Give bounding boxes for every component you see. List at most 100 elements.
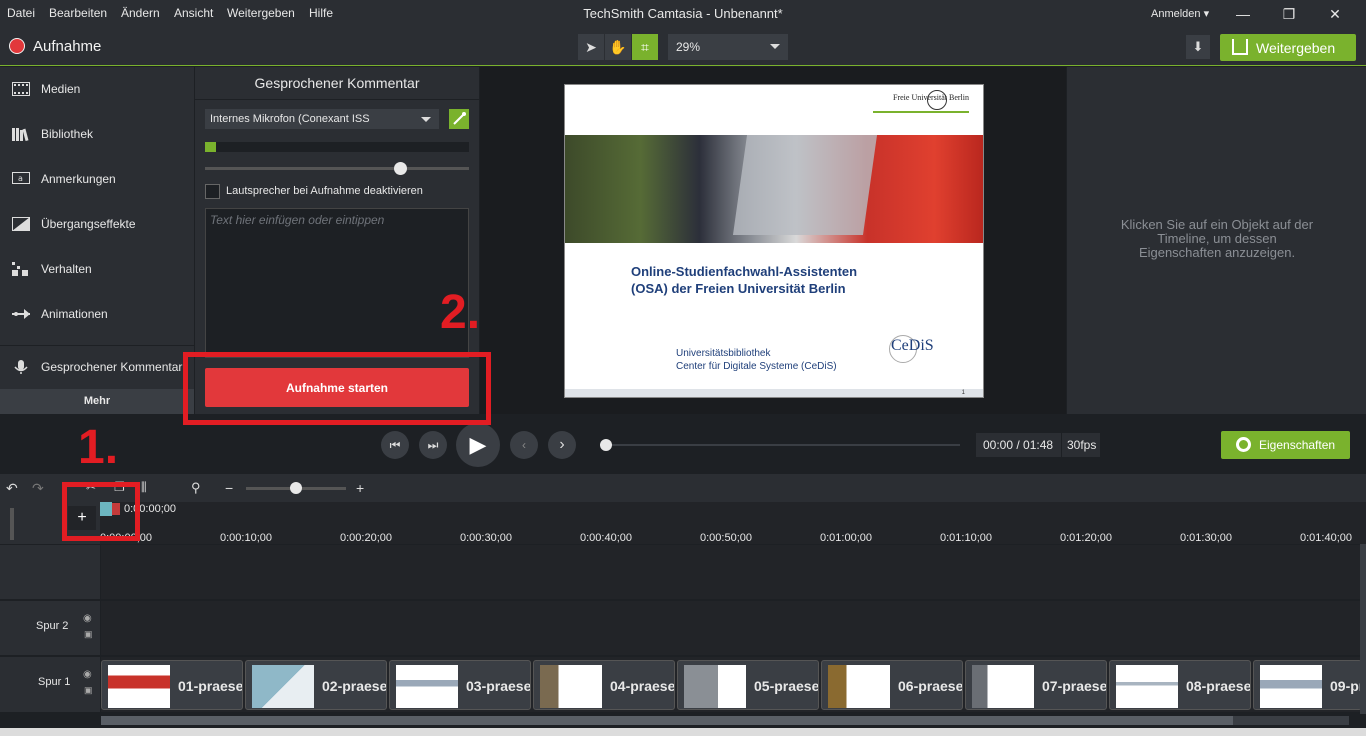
library-icon — [12, 128, 29, 141]
split-icon[interactable]: ⫼ — [141, 480, 147, 495]
svg-text:a: a — [18, 174, 23, 183]
eye-icon[interactable]: ◉ — [83, 613, 92, 624]
lock-icon[interactable]: ▣ — [84, 685, 93, 696]
horizontal-scrollbar[interactable] — [101, 716, 1349, 725]
sidebar-item-label: Animationen — [41, 307, 108, 321]
mute-speakers-checkbox[interactable] — [205, 184, 220, 199]
share-button[interactable]: Weitergeben — [1220, 34, 1356, 61]
record-label: Aufnahme — [33, 38, 102, 55]
download-button[interactable]: ⬇ — [1186, 35, 1210, 59]
clip-label: 01-praesen — [178, 678, 243, 694]
step-back-button[interactable]: ⏮ — [381, 431, 409, 459]
ruler-tick: 0:01:30;00 — [1180, 532, 1232, 544]
script-placeholder: Text hier einfügen oder eintippen — [210, 213, 385, 227]
media-clip[interactable]: 09-pr — [1253, 660, 1362, 710]
media-clip[interactable]: 05-praese — [677, 660, 819, 710]
sidebar-item-media[interactable]: Medien — [0, 67, 194, 111]
track-lane[interactable]: 01-praesen 02-praese 03-praese 04-praese… — [101, 656, 1362, 712]
clip-label: 04-praese — [610, 678, 675, 694]
sidebar-item-annotations[interactable]: a Anmerkungen — [0, 157, 194, 201]
next-marker-button[interactable]: › — [548, 431, 576, 459]
slide-organization: Universitätsbibliothek Center für Digita… — [676, 348, 837, 372]
microphone-device: Internes Mikrofon (Conexant ISS — [210, 113, 370, 125]
ruler-ticks[interactable]: 0:00:00;00 0:00:10;00 0:00:20;00 0:00:30… — [100, 502, 1366, 544]
redo-icon[interactable]: ↷ — [32, 480, 44, 497]
track-height-slider[interactable] — [10, 508, 14, 540]
scrollbar-thumb[interactable] — [101, 716, 1233, 725]
lock-icon[interactable]: ▣ — [84, 629, 93, 640]
sidebar-item-animations[interactable]: Animationen — [0, 292, 194, 336]
microphone-select[interactable]: Internes Mikrofon (Conexant ISS — [205, 109, 439, 129]
properties-button[interactable]: Eigenschaften — [1221, 431, 1350, 459]
ruler-tick: 0:01:20;00 — [1060, 532, 1112, 544]
play-button[interactable]: ▶ — [456, 423, 500, 467]
previous-marker-button[interactable]: ‹ — [510, 431, 538, 459]
timeline-tracks: Spur 2 ◉ ▣ Spur 1 ◉ ▣ 01-praesen 02-prae… — [0, 544, 1366, 736]
slider-thumb[interactable] — [394, 162, 408, 175]
search-icon[interactable]: ⚲ — [191, 480, 201, 496]
script-textarea[interactable]: Text hier einfügen oder eintippen — [205, 208, 469, 358]
clip-thumbnail — [828, 665, 890, 708]
track-header[interactable]: Spur 2 ◉ ▣ — [0, 600, 100, 655]
track-name: Spur 2 — [36, 620, 69, 632]
media-clip[interactable]: 07-praese — [965, 660, 1107, 710]
transition-icon — [12, 217, 30, 231]
timeline-ruler: + 0:00:00;00 0:00:10;00 0:00:20;00 0:00:… — [0, 502, 1366, 544]
pointer-tool-button[interactable]: ➤ — [578, 34, 604, 60]
sidebar-item-behaviors[interactable]: Verhalten — [0, 247, 194, 291]
share-icon — [1232, 39, 1248, 55]
clip-label: 03-praese — [466, 678, 531, 694]
close-button[interactable]: ✕ — [1312, 0, 1358, 28]
zoom-select[interactable]: 29% — [668, 34, 788, 60]
sign-in-label: Anmelden — [1151, 8, 1201, 20]
slider-thumb[interactable] — [290, 482, 302, 494]
step-back-icon: ⏮ — [389, 437, 401, 452]
maximize-button[interactable]: ❐ — [1266, 0, 1312, 28]
media-clip[interactable]: 01-praesen — [101, 660, 243, 710]
track-header[interactable]: Spur 1 ◉ ▣ — [0, 656, 100, 712]
sidebar-item-label: Übergangseffekte — [41, 217, 136, 231]
ruler-tick: 0:00:40;00 — [580, 532, 632, 544]
sidebar-item-library[interactable]: Bibliothek — [0, 112, 194, 156]
crop-tool-button[interactable]: ⌗ — [632, 34, 658, 60]
clip-label: 07-praese — [1042, 678, 1107, 694]
scrubber-thumb[interactable] — [600, 439, 612, 451]
track-lane[interactable] — [101, 600, 1362, 655]
track-lane[interactable] — [101, 544, 1362, 599]
media-clip[interactable]: 03-praese — [389, 660, 531, 710]
media-clip[interactable]: 04-praese — [533, 660, 675, 710]
media-clip[interactable]: 02-praese — [245, 660, 387, 710]
media-clip[interactable]: 06-praese — [821, 660, 963, 710]
step-forward-button[interactable]: ⏭ — [419, 431, 447, 459]
vertical-scrollbar[interactable] — [1360, 544, 1366, 714]
zoom-in-icon[interactable]: + — [356, 480, 364, 496]
chevron-down-icon — [770, 44, 780, 49]
pan-tool-button[interactable]: ✋ — [605, 34, 631, 60]
input-level-meter — [205, 142, 469, 152]
sign-in-button[interactable]: Anmelden ▾ — [1151, 7, 1209, 20]
more-button[interactable]: Mehr — [0, 389, 194, 414]
slide-footer: 1 — [565, 389, 983, 397]
sidebar-item-transitions[interactable]: Übergangseffekte — [0, 202, 194, 246]
clip-thumbnail — [396, 665, 458, 708]
ruler-tick: 0:00:20;00 — [340, 532, 392, 544]
audio-settings-button[interactable] — [449, 109, 469, 129]
chevron-left-icon: ‹ — [522, 438, 526, 452]
ruler-tick: 0:00:50;00 — [700, 532, 752, 544]
undo-icon[interactable]: ↶ — [6, 480, 18, 497]
slide-preview[interactable]: Freie Universität Berlin Online-Studienf… — [564, 84, 984, 398]
track-header[interactable] — [0, 544, 100, 599]
scrubber-track[interactable] — [606, 444, 960, 446]
sidebar-item-voice-narration[interactable]: Gesprochener Kommentar — [0, 345, 194, 389]
input-volume-slider[interactable] — [205, 162, 469, 175]
record-icon — [9, 38, 25, 54]
cedis-logo: CeDiS — [891, 337, 934, 354]
track-name: Spur 1 — [38, 676, 71, 688]
preview-canvas[interactable]: Freie Universität Berlin Online-Studienf… — [480, 67, 1066, 414]
minimize-button[interactable]: — — [1220, 0, 1266, 28]
title-bar: Datei Bearbeiten Ändern Ansicht Weiterge… — [0, 0, 1366, 28]
eye-icon[interactable]: ◉ — [83, 669, 92, 680]
media-clip[interactable]: 08-praese — [1109, 660, 1251, 710]
zoom-out-icon[interactable]: − — [225, 480, 233, 496]
annotation-box-start-recording — [183, 352, 491, 425]
